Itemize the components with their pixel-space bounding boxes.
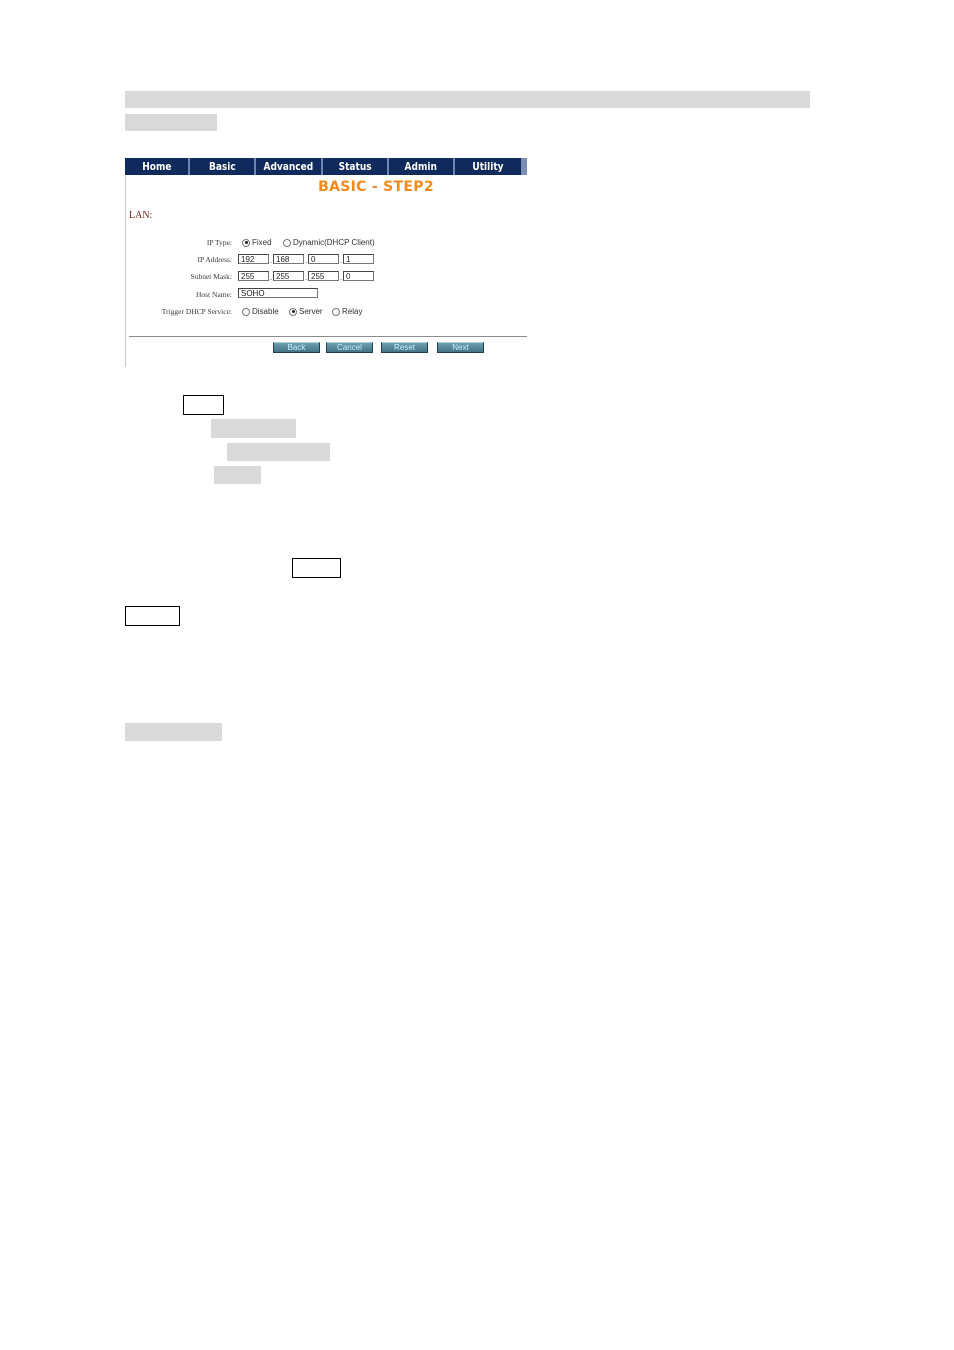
radio-unchecked-icon xyxy=(242,307,250,316)
separator: . xyxy=(340,273,343,282)
nav-admin[interactable]: Admin xyxy=(389,158,455,175)
ip-type-fixed-radio[interactable]: Fixed xyxy=(242,238,272,247)
nav-utility[interactable]: Utility xyxy=(455,158,521,175)
separator: . xyxy=(270,273,273,282)
ip-address-octet-3[interactable]: 0 xyxy=(308,254,339,264)
ip-address-octet-1[interactable]: 192 xyxy=(238,254,269,264)
ip-address-label: IP Address: xyxy=(197,255,232,264)
divider xyxy=(129,336,527,337)
dhcp-server-radio[interactable]: Server xyxy=(289,307,323,316)
subnet-mask-octet-4[interactable]: 0 xyxy=(343,271,374,281)
dhcp-relay-label: Relay xyxy=(342,307,363,316)
subnet-mask-octet-3[interactable]: 255 xyxy=(308,271,339,281)
outlined-box-3 xyxy=(125,606,180,626)
nav-utility-label: Utility xyxy=(472,160,504,173)
separator: . xyxy=(305,256,308,265)
nav-advanced-label: Advanced xyxy=(263,160,314,173)
back-button[interactable]: Back xyxy=(273,342,320,353)
ip-type-dynamic-label: Dynamic(DHCP Client) xyxy=(293,238,375,247)
separator: . xyxy=(270,256,273,265)
router-screenshot: Home Basic Advanced Status Admin Utility… xyxy=(125,158,527,367)
dhcp-relay-radio[interactable]: Relay xyxy=(332,307,362,316)
redacted-heading-line xyxy=(125,91,810,108)
nav-bar: Home Basic Advanced Status Admin Utility xyxy=(125,158,527,175)
dhcp-service-label: Trigger DHCP Service: xyxy=(161,307,232,316)
ip-type-dynamic-radio[interactable]: Dynamic(DHCP Client) xyxy=(283,238,375,247)
ip-address-octet-4[interactable]: 1 xyxy=(343,254,374,264)
subnet-mask-octet-1[interactable]: 255 xyxy=(238,271,269,281)
radio-unchecked-icon xyxy=(283,238,291,247)
separator: . xyxy=(340,256,343,265)
outlined-box-2 xyxy=(292,558,341,578)
dhcp-disable-label: Disable xyxy=(252,307,279,316)
redacted-text-3 xyxy=(214,466,261,484)
host-name-label: Host Name: xyxy=(195,290,232,299)
dhcp-server-label: Server xyxy=(299,307,323,316)
next-button[interactable]: Next xyxy=(437,342,484,353)
ip-type-label: IP Type: xyxy=(206,238,232,247)
nav-advanced[interactable]: Advanced xyxy=(256,158,323,175)
reset-button[interactable]: Reset xyxy=(381,342,428,353)
outlined-box-1 xyxy=(183,395,224,415)
radio-checked-icon xyxy=(242,238,250,247)
nav-basic[interactable]: Basic xyxy=(190,158,256,175)
redacted-heading-line-2 xyxy=(125,114,217,131)
redacted-text-2 xyxy=(227,443,330,461)
subnet-mask-label: Subnet Mask: xyxy=(190,272,232,281)
redacted-text-1 xyxy=(211,419,296,438)
nav-status[interactable]: Status xyxy=(323,158,389,175)
redacted-text-4 xyxy=(125,723,222,741)
nav-status-label: Status xyxy=(338,160,372,173)
host-name-input[interactable]: SOHO xyxy=(238,288,318,298)
nav-home[interactable]: Home xyxy=(125,158,190,175)
dhcp-disable-radio[interactable]: Disable xyxy=(242,307,279,316)
ip-address-octet-2[interactable]: 168 xyxy=(273,254,304,264)
section-label-lan: LAN: xyxy=(129,210,153,221)
page-title: BASIC - STEP2 xyxy=(318,179,434,195)
subnet-mask-octet-2[interactable]: 255 xyxy=(273,271,304,281)
radio-unchecked-icon xyxy=(332,307,340,316)
frame-border xyxy=(125,176,126,367)
radio-checked-icon xyxy=(289,307,297,316)
cancel-button[interactable]: Cancel xyxy=(326,342,373,353)
ip-type-fixed-label: Fixed xyxy=(252,238,272,247)
nav-bar-end xyxy=(521,158,527,175)
separator: . xyxy=(305,273,308,282)
nav-basic-label: Basic xyxy=(208,160,236,173)
nav-admin-label: Admin xyxy=(404,160,438,173)
nav-home-label: Home xyxy=(141,160,172,173)
